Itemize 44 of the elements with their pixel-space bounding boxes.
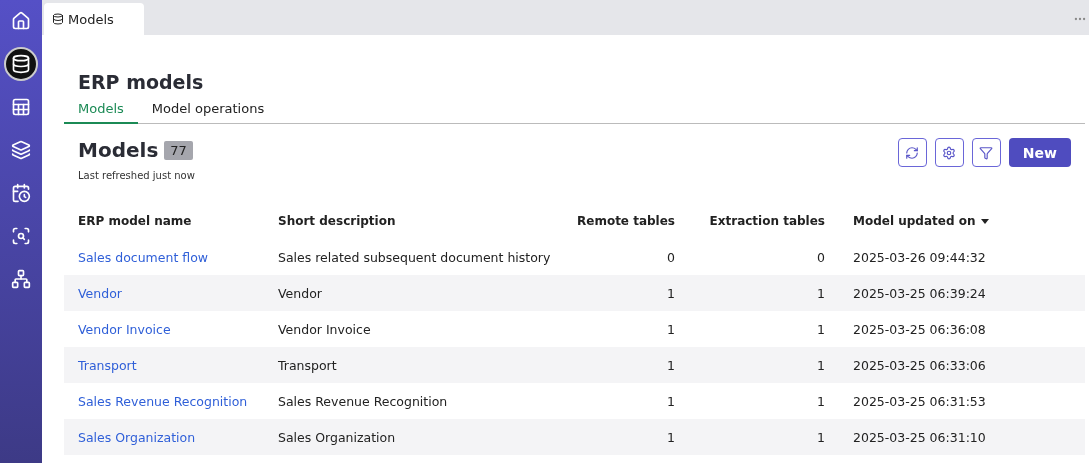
model-link[interactable]: Transport (64, 347, 264, 383)
refresh-button[interactable] (897, 138, 927, 167)
database-icon (52, 13, 64, 25)
model-link[interactable]: Sales Organization (64, 419, 264, 455)
model-link[interactable]: Vendor (64, 275, 264, 311)
table-cell: Transport (264, 347, 564, 383)
table-cell: 1 (689, 275, 839, 311)
column-header[interactable]: Extraction tables (689, 203, 839, 239)
column-header[interactable]: Model updated on (839, 203, 1085, 239)
table-cell: Sales Organization (264, 419, 564, 455)
settings-button[interactable] (934, 138, 964, 167)
page-title: ERP models (78, 71, 205, 93)
table-cell: Vendor (264, 275, 564, 311)
tab[interactable]: Models (64, 97, 138, 124)
count-badge: 77 (164, 140, 193, 160)
column-header[interactable]: Short description (264, 203, 564, 239)
layers-icon (11, 140, 31, 160)
refresh-icon (905, 145, 920, 160)
table-cell: 1 (689, 419, 839, 455)
new-button[interactable]: New (1008, 138, 1071, 167)
table-cell: 2025-03-25 06:33:06 (839, 347, 1085, 383)
calendar-clock-icon (11, 183, 31, 203)
tab[interactable]: Model operations (137, 97, 279, 124)
table-cell: 2025-03-25 06:39:24 (839, 275, 1085, 311)
table-cell: 2025-03-25 06:31:10 (839, 419, 1085, 455)
filter-button[interactable] (971, 138, 1001, 167)
table-cell: 1 (689, 347, 839, 383)
sort-caret-icon (981, 218, 990, 224)
table-cell: 1 (564, 419, 689, 455)
table-cell: 1 (564, 275, 689, 311)
section-title: Models (78, 138, 159, 162)
refresh-status: Last refreshed just now (78, 170, 195, 181)
sidebar-item[interactable] (4, 47, 38, 81)
table-icon (11, 97, 31, 117)
database-icon (11, 54, 31, 74)
column-header[interactable]: ERP model name (64, 203, 264, 239)
search-table-icon (11, 226, 31, 246)
home-icon (11, 11, 31, 31)
table-cell: 1 (564, 347, 689, 383)
settings-icon (942, 145, 957, 160)
column-header[interactable]: Remote tables (564, 203, 689, 239)
filter-icon (979, 145, 994, 160)
network-icon (11, 269, 31, 289)
document-tab[interactable]: Models (44, 3, 144, 35)
